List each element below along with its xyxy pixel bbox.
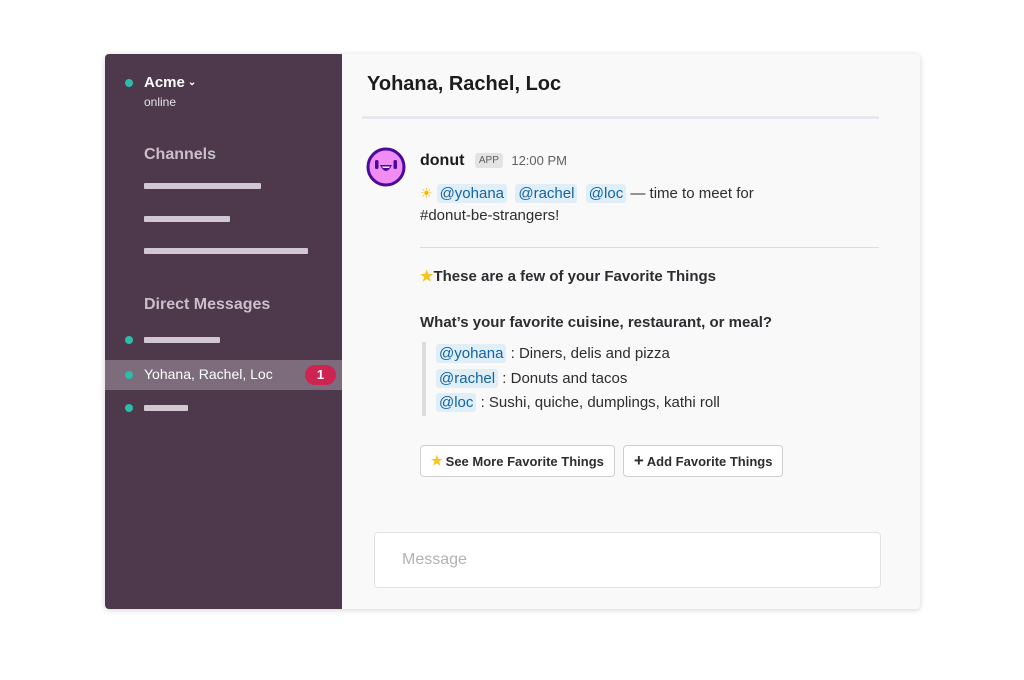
mention-loc[interactable]: @loc	[436, 393, 477, 412]
answer-row: @loc : Sushi, quiche, dumplings, kathi r…	[436, 391, 720, 416]
plus-icon: +	[633, 451, 644, 470]
dm-item-placeholder[interactable]	[144, 405, 188, 411]
dm-item-label: Yohana, Rachel, Loc	[144, 366, 273, 382]
dm-item-placeholder[interactable]	[144, 337, 220, 343]
answer-text: Diners, delis and pizza	[518, 345, 670, 362]
mention-loc[interactable]: @loc	[585, 184, 627, 203]
online-status-icon	[125, 404, 133, 412]
channel-link: #donut-be-strangers!	[420, 207, 560, 224]
answer-row: @rachel : Donuts and tacos	[436, 367, 720, 392]
channel-item-placeholder[interactable]	[144, 216, 230, 222]
message-actions: ★ See More Favorite Things + Add Favorite …	[420, 445, 784, 477]
app-tag: APP	[474, 153, 503, 168]
team-status: online	[144, 95, 177, 109]
header-divider	[362, 116, 879, 119]
message-divider	[420, 247, 879, 248]
answers-quote: @yohana : Diners, delis and pizza @rache…	[422, 342, 720, 416]
direct-messages-heading[interactable]: Direct Messages	[144, 296, 270, 314]
message-input[interactable]: Message	[374, 532, 881, 588]
message-body: ☀ @yohana @rachel @loc — time to meet for…	[420, 182, 800, 227]
donut-avatar-icon	[366, 147, 406, 187]
dm-item-yohana-rachel-loc[interactable]: Yohana, Rachel, Loc 1	[105, 360, 342, 390]
message-timestamp[interactable]: 12:00 PM	[511, 153, 567, 168]
channel-item-placeholder[interactable]	[144, 248, 308, 254]
favorites-title: ★These are a few of your Favorite Things	[420, 268, 717, 285]
answer-text: Sushi, quiche, dumplings, kathi roll	[488, 394, 720, 411]
favorites-question: What’s your favorite cuisine, restaurant…	[420, 314, 773, 331]
unread-badge: 1	[305, 365, 336, 385]
online-status-icon	[125, 336, 133, 344]
mention-yohana[interactable]: @yohana	[436, 184, 508, 203]
app-window: Acme ⌄ online Channels Direct Messages Yo…	[105, 54, 920, 609]
sender-name[interactable]: donut	[420, 152, 464, 169]
mention-rachel[interactable]: @rachel	[515, 184, 578, 203]
answer-text: Donuts and tacos	[510, 369, 628, 387]
star-icon: ★	[420, 268, 434, 285]
chevron-down-icon: ⌄	[187, 77, 197, 88]
channel-item-placeholder[interactable]	[144, 183, 261, 189]
answer-row: @yohana : Diners, delis and pizza	[436, 342, 720, 367]
message-text: — time to meet for	[630, 185, 754, 202]
mention-yohana[interactable]: @yohana	[436, 344, 507, 363]
add-favorite-things-button[interactable]: + Add Favorite Things	[622, 445, 784, 477]
channels-heading[interactable]: Channels	[144, 146, 216, 164]
online-status-icon	[125, 79, 133, 87]
mention-rachel[interactable]: @rachel	[436, 368, 499, 388]
sun-icon: ☀	[420, 185, 433, 201]
sidebar: Acme ⌄ online Channels Direct Messages Yo…	[105, 54, 342, 609]
conversation-title: Yohana, Rachel, Loc	[367, 73, 562, 95]
team-name[interactable]: Acme ⌄	[144, 74, 196, 91]
see-more-favorite-things-button[interactable]: ★ See More Favorite Things	[420, 445, 615, 477]
online-status-icon	[125, 371, 133, 379]
message-header: donut APP 12:00 PM	[420, 152, 567, 170]
conversation-pane: Yohana, Rachel, Loc donut APP 12:00 PM ☀…	[342, 54, 920, 609]
star-icon: ★	[431, 453, 443, 468]
